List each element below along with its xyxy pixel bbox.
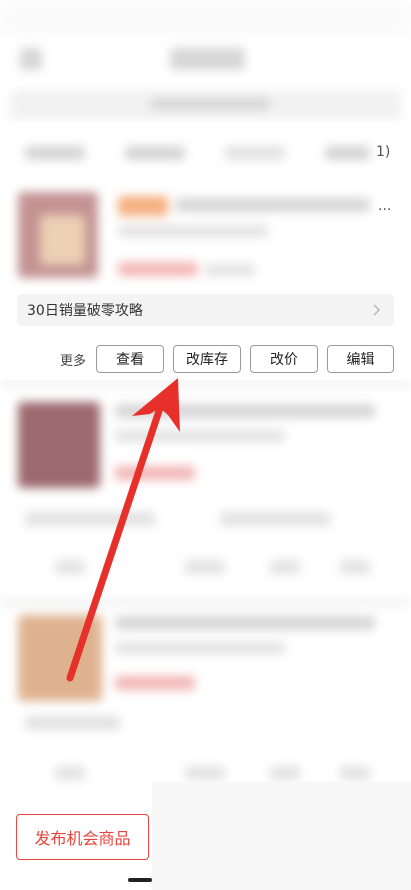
chevron-right-icon bbox=[373, 304, 380, 316]
tab-row-truncated-tail: 1) bbox=[376, 144, 391, 160]
list-title-truncated-tail: ... bbox=[378, 198, 392, 214]
view-button[interactable]: 查看 bbox=[96, 345, 164, 373]
bottom-panel bbox=[152, 782, 411, 890]
home-indicator bbox=[128, 878, 152, 882]
sales-strategy-label: 30日销量破零攻略 bbox=[27, 303, 143, 319]
edit-price-button[interactable]: 改价 bbox=[250, 345, 318, 373]
edit-button[interactable]: 编辑 bbox=[327, 345, 394, 373]
publish-opportunity-product-button[interactable]: 发布机会商品 bbox=[16, 814, 149, 860]
edit-stock-button[interactable]: 改库存 bbox=[173, 345, 241, 373]
blurred-background bbox=[0, 0, 411, 890]
sales-strategy-link[interactable]: 30日销量破零攻略 bbox=[17, 294, 394, 326]
more-label[interactable]: 更多 bbox=[60, 350, 86, 369]
